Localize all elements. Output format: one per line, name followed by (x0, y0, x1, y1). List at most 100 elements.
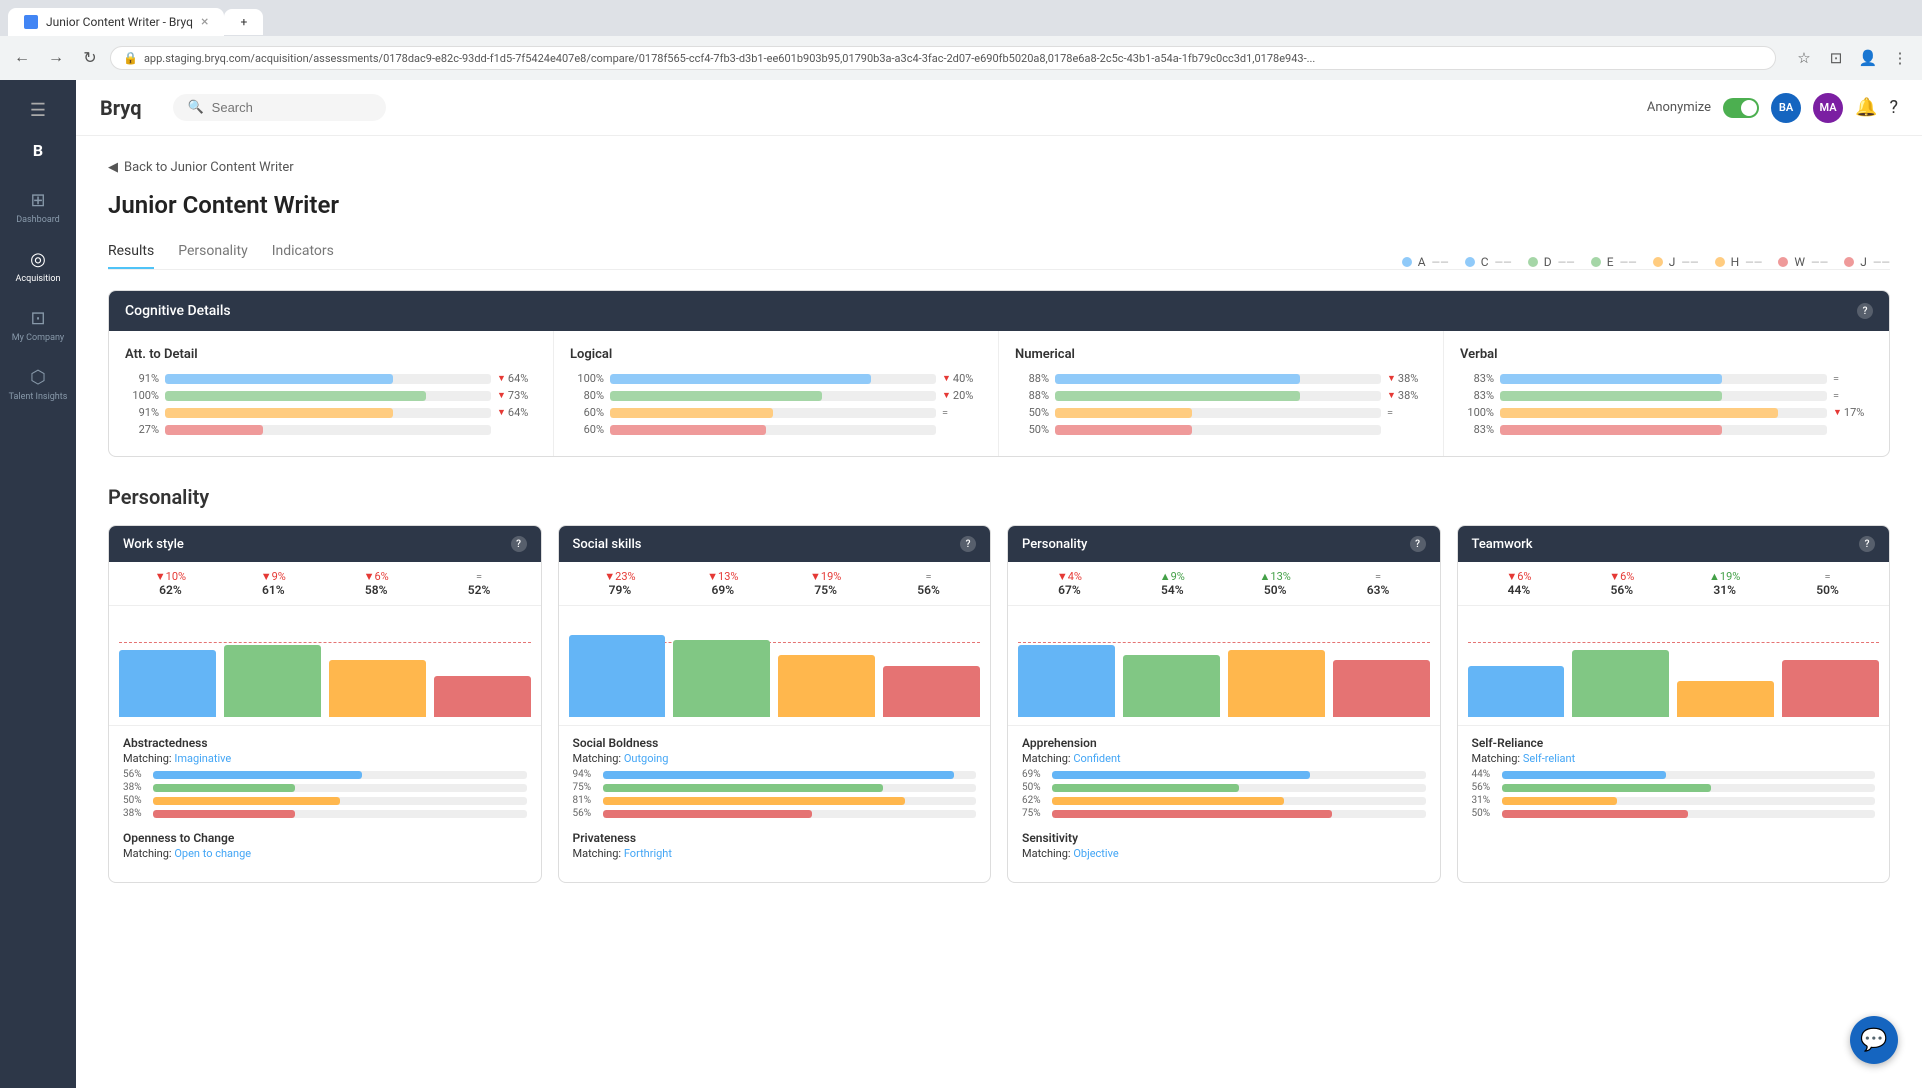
sidebar-item-talent-insights[interactable]: ⬡ Talent Insights (0, 357, 76, 412)
sidebar-item-acquisition[interactable]: ◎ Acquisition (0, 239, 76, 294)
stat-change: ▼6% (1570, 570, 1673, 583)
stat-change: ▲19% (1673, 570, 1776, 583)
trait-match-link[interactable]: Outgoing (624, 752, 669, 765)
trait-bar-track (1502, 784, 1876, 792)
search-box[interactable]: 🔍 (173, 94, 385, 121)
trait-match-link[interactable]: Self-reliant (1523, 752, 1575, 765)
social-stat-1: ▼13% 69% (671, 570, 774, 597)
stat-change: = (877, 570, 980, 583)
bookmark-button[interactable]: ☆ (1790, 44, 1818, 72)
sidebar-logo: B (33, 141, 43, 160)
bar-track (165, 425, 491, 435)
sidebar-item-my-company[interactable]: ⊡ My Company (0, 298, 76, 353)
bar-pct: ▼38% (1387, 372, 1427, 385)
trait-bar-track (1052, 771, 1426, 779)
sidebar: ☰ B ⊞ Dashboard ◎ Acquisition ⊡ My Compa… (0, 80, 76, 1088)
bar-label: 91% (125, 406, 159, 419)
chart-bar (778, 655, 875, 717)
chart-bar (1123, 655, 1220, 717)
trait-openness: Openness to Change Matching: Open to cha… (123, 831, 527, 860)
notifications-icon[interactable]: 🔔 (1855, 97, 1877, 118)
legend-label-c: C (1481, 255, 1489, 269)
trait-match-link[interactable]: Objective (1073, 847, 1118, 860)
trait-bar-row: 62% (1022, 795, 1426, 806)
legend-dot-a (1402, 257, 1412, 267)
trait-match-link[interactable]: Forthright (624, 847, 672, 860)
trait-bar-track (603, 797, 977, 805)
help-icon[interactable]: ? (1889, 97, 1898, 118)
cog-bar-row: 83% = (1460, 372, 1873, 385)
cog-verbal: Verbal 83% = 83% = 100% (1444, 331, 1889, 456)
chart-bar (1468, 666, 1565, 718)
trait-bar-track (1052, 797, 1426, 805)
avatar-ba[interactable]: BA (1771, 93, 1801, 123)
back-button[interactable]: ← (8, 44, 36, 72)
legend-dot-j2 (1844, 257, 1854, 267)
cog-numerical-title: Numerical (1015, 347, 1427, 362)
bar-track (1500, 425, 1827, 435)
trait-bar-track (153, 784, 527, 792)
work-style-traits: Abstractedness Matching: Imaginative 56%… (109, 726, 541, 882)
personality-info-icon[interactable]: ? (1410, 536, 1426, 552)
trait-name: Sensitivity (1022, 831, 1426, 845)
bar-pct: = (1387, 406, 1427, 419)
chat-button[interactable]: 💬 (1850, 1016, 1898, 1064)
hamburger-button[interactable]: ☰ (22, 92, 54, 129)
legend-label-d: D (1544, 255, 1552, 269)
bar-label: 83% (1460, 372, 1494, 385)
trait-bar-fill (603, 797, 906, 805)
menu-button[interactable]: ⋮ (1886, 44, 1914, 72)
forward-button[interactable]: → (42, 44, 70, 72)
trait-match-link[interactable]: Confident (1073, 752, 1120, 765)
legend-item-w: W —— (1778, 255, 1828, 269)
back-arrow-icon: ◀ (108, 160, 118, 175)
work-style-info-icon[interactable]: ? (511, 536, 527, 552)
back-link[interactable]: ◀ Back to Junior Content Writer (108, 160, 1890, 175)
trait-match: Matching: Imaginative (123, 752, 527, 765)
sidebar-item-dashboard[interactable]: ⊞ Dashboard (0, 180, 76, 235)
avatar-ma[interactable]: MA (1813, 93, 1843, 123)
search-icon: 🔍 (187, 100, 203, 115)
tab-personality[interactable]: Personality (178, 235, 247, 269)
topbar-right: Anonymize BA MA 🔔 ? (1647, 93, 1898, 123)
tab-results[interactable]: Results (108, 235, 154, 269)
bar-label: 50% (1015, 406, 1049, 419)
search-input[interactable] (212, 100, 372, 115)
trait-apprehension: Apprehension Matching: Confident 69% 50% (1022, 736, 1426, 819)
tab-close-button[interactable]: × (201, 14, 208, 30)
bar-label: 88% (1015, 372, 1049, 385)
cog-bar-row: 83% (1460, 423, 1873, 436)
trait-self-reliance: Self-Reliance Matching: Self-reliant 44%… (1472, 736, 1876, 819)
new-tab-button[interactable]: + (224, 9, 263, 35)
trait-bar-row: 38% (123, 782, 527, 793)
lock-icon: 🔒 (123, 51, 138, 65)
extensions-button[interactable]: ⊡ (1822, 44, 1850, 72)
tab-indicators[interactable]: Indicators (272, 235, 334, 269)
trait-bar-label: 75% (573, 782, 599, 793)
trait-bar-row: 31% (1472, 795, 1876, 806)
anonymize-toggle[interactable] (1723, 98, 1759, 118)
browser-tab[interactable]: Junior Content Writer - Bryq × (8, 8, 224, 36)
chart-bar (883, 666, 980, 718)
trait-match: Matching: Confident (1022, 752, 1426, 765)
profile-button[interactable]: 👤 (1854, 44, 1882, 72)
teamwork-info-icon[interactable]: ? (1859, 536, 1875, 552)
stat-val: 61% (222, 583, 325, 597)
bar-track (165, 391, 491, 401)
address-bar[interactable]: 🔒 app.staging.bryq.com/acquisition/asses… (110, 46, 1776, 70)
cog-bar-row: 88% ▼38% (1015, 372, 1427, 385)
trait-match-link[interactable]: Imaginative (174, 752, 231, 765)
tab-favicon (24, 15, 38, 29)
trait-bar-row: 75% (573, 782, 977, 793)
cog-bar-row: 83% = (1460, 389, 1873, 402)
dashboard-icon: ⊞ (30, 190, 45, 211)
bar-pct: ▼64% (497, 372, 537, 385)
browser-tab-bar: Junior Content Writer - Bryq × + (0, 0, 1922, 36)
social-info-icon[interactable]: ? (960, 536, 976, 552)
cognitive-info-icon[interactable]: ? (1857, 303, 1873, 319)
reload-button[interactable]: ↻ (76, 44, 104, 72)
bar-fill (1500, 374, 1722, 384)
trait-match-link[interactable]: Open to change (174, 847, 251, 860)
bar-fill (1500, 391, 1722, 401)
trait-bar-label: 69% (1022, 769, 1048, 780)
